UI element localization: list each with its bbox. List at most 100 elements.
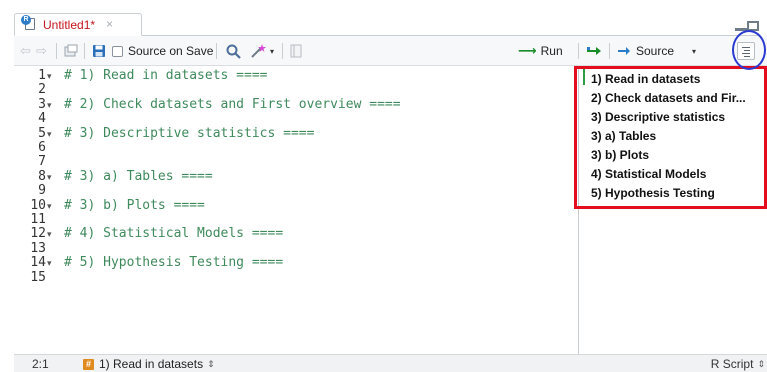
outline-item[interactable]: 3) b) Plots <box>591 148 649 162</box>
code-line[interactable]: 14 ▾ # 5) Hypothesis Testing ==== <box>14 256 574 270</box>
line-number: 8 <box>38 168 46 184</box>
code-line[interactable]: 5 ▾ # 3) Descriptive statistics ==== <box>14 125 574 141</box>
code-line[interactable]: 15 <box>14 269 574 285</box>
save-button[interactable] <box>92 36 106 66</box>
source-on-save-label: Source on Save <box>128 44 214 58</box>
section-hash-icon: # <box>83 358 94 370</box>
source-on-save-checkbox[interactable] <box>112 45 123 57</box>
fold-toggle-icon[interactable]: ▾ <box>47 227 52 241</box>
line-number: 7 <box>38 154 46 170</box>
outline-item[interactable]: 5) Hypothesis Testing <box>591 186 715 200</box>
line-number: 1 <box>38 68 46 83</box>
code-tools-button[interactable]: ▾ <box>250 36 274 66</box>
chevron-down-icon: ▾ <box>270 46 275 56</box>
file-type-selector[interactable]: R Script ⇕ <box>711 357 765 371</box>
outline-current-marker <box>583 69 585 85</box>
code-line[interactable]: 8 ▾ # 3) a) Tables ==== <box>14 168 574 184</box>
code-line[interactable]: 10 ▾ # 3) b) Plots ==== <box>14 197 574 213</box>
line-number: 13 <box>30 240 46 256</box>
source-arrow-icon <box>618 47 630 55</box>
line-number: 2 <box>38 82 46 98</box>
code-text: # 3) a) Tables ==== <box>64 168 213 184</box>
line-number: 15 <box>30 269 46 285</box>
source-on-save-toggle[interactable]: Source on Save <box>112 36 213 66</box>
r-file-icon: R <box>21 15 35 30</box>
code-line[interactable]: 9 <box>14 184 574 198</box>
code-line[interactable]: 6 <box>14 141 574 155</box>
toolbar-separator <box>84 43 85 59</box>
run-arrow-icon: ⟶ <box>518 43 537 58</box>
back-arrow-icon: ⇦ <box>20 43 31 58</box>
show-in-window-button[interactable] <box>64 36 78 66</box>
code-text: # 3) b) Plots ==== <box>64 197 205 213</box>
rerun-arrow-icon <box>587 47 601 55</box>
tab-untitled1[interactable]: R Untitled1* × <box>14 13 142 36</box>
code-line[interactable]: 4 <box>14 112 574 126</box>
outline-item[interactable]: 4) Statistical Models <box>591 167 706 181</box>
file-type-label: R Script <box>710 357 754 371</box>
up-down-icon: ⇕ <box>207 358 215 369</box>
outline-item[interactable]: 3) a) Tables <box>591 129 656 143</box>
line-number: 3 <box>38 96 46 112</box>
source-button[interactable]: Source ▾ <box>617 36 696 66</box>
tab-strip: R Untitled1* × <box>0 0 767 36</box>
back-button[interactable]: ⇦ <box>20 36 31 66</box>
rerun-button[interactable] <box>586 36 602 66</box>
line-number: 11 <box>30 212 46 227</box>
compile-report-button[interactable] <box>290 36 302 66</box>
code-line[interactable]: 12 ▾ # 4) Statistical Models ==== <box>14 227 574 241</box>
toolbar-separator <box>216 43 217 59</box>
run-label: Run <box>540 44 563 58</box>
fold-toggle-icon[interactable]: ▾ <box>47 98 52 112</box>
chevron-down-icon[interactable]: ▾ <box>692 47 696 56</box>
cursor-position: 2:1 <box>32 357 49 371</box>
line-number: 12 <box>30 226 46 242</box>
fold-toggle-icon[interactable]: ▾ <box>47 170 52 184</box>
line-number: 5 <box>38 125 46 141</box>
toolbar-separator <box>578 43 579 59</box>
code-line[interactable]: 3 ▾ # 2) Check datasets and First overview… <box>14 96 574 112</box>
close-icon[interactable]: × <box>106 17 113 31</box>
new-window-icon <box>64 44 78 57</box>
outline-item[interactable]: 2) Check datasets and Fir... <box>591 91 746 105</box>
code-line[interactable]: 7 <box>14 155 574 169</box>
code-line[interactable]: 11 <box>14 213 574 227</box>
tab-title: Untitled1* <box>43 18 96 32</box>
source-label: Source <box>636 44 675 58</box>
magic-wand-icon <box>251 44 266 58</box>
toolbar-separator <box>282 43 283 59</box>
code-editor[interactable]: 1 ▾ # 1) Read in datasets ==== 2 3 ▾ # 2) Chec… <box>14 66 578 354</box>
code-text: # 2) Check datasets and First overview =… <box>64 96 401 112</box>
outline-item[interactable]: 3) Descriptive statistics <box>591 110 725 124</box>
code-line[interactable]: 13 <box>14 240 574 256</box>
code-line[interactable]: 2 <box>14 83 574 97</box>
section-label: 1) Read in datasets <box>99 357 204 371</box>
line-number: 6 <box>38 140 46 155</box>
outline-button-annotation-circle <box>732 30 766 70</box>
notebook-icon <box>290 44 302 58</box>
code-line[interactable]: 1 ▾ # 1) Read in datasets ==== <box>14 69 574 83</box>
section-navigator[interactable]: # 1) Read in datasets ⇕ <box>83 357 215 371</box>
status-bar: 2:1 # 1) Read in datasets ⇕ R Script ⇕ <box>14 354 767 372</box>
toolbar-separator <box>609 43 610 59</box>
document-outline-panel: 1) Read in datasets 2) Check datasets and… <box>574 66 767 354</box>
line-number: 9 <box>38 183 46 199</box>
floppy-disk-icon <box>93 45 105 57</box>
fold-toggle-icon[interactable]: ▾ <box>47 199 52 213</box>
outline-item[interactable]: 1) Read in datasets <box>591 72 700 86</box>
forward-arrow-icon: ⇨ <box>36 43 47 58</box>
up-down-icon: ⇕ <box>757 358 765 369</box>
line-number: 10 <box>30 197 46 213</box>
code-text: # 4) Statistical Models ==== <box>64 226 284 242</box>
code-text: # 1) Read in datasets ==== <box>64 68 268 83</box>
fold-toggle-icon[interactable]: ▾ <box>47 256 52 270</box>
find-replace-button[interactable] <box>226 36 241 66</box>
code-text: # 3) Descriptive statistics ==== <box>64 125 315 141</box>
fold-toggle-icon[interactable]: ▾ <box>47 127 52 141</box>
line-number: 14 <box>30 255 46 271</box>
toolbar-separator <box>56 43 57 59</box>
run-button[interactable]: ⟶ Run <box>518 36 563 66</box>
magnifier-icon <box>226 44 241 59</box>
fold-toggle-icon[interactable]: ▾ <box>47 69 52 83</box>
forward-button[interactable]: ⇨ <box>36 36 47 66</box>
